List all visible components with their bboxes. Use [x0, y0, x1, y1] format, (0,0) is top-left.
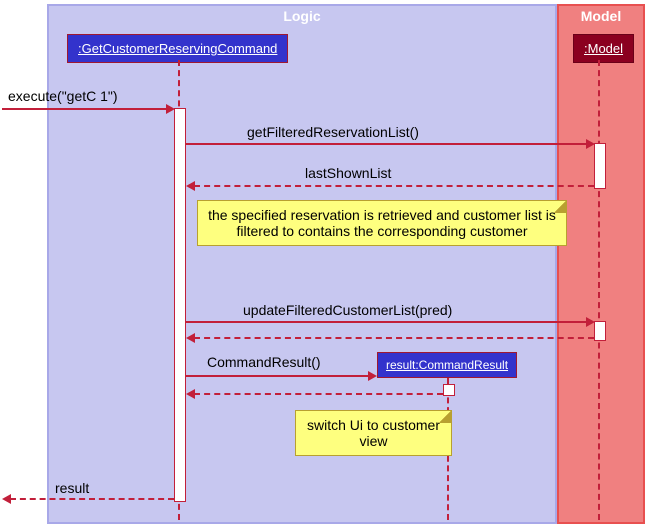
model-activation-2 [594, 321, 606, 341]
getlist-msg: getFilteredReservationList() [247, 124, 419, 140]
lastshown-line [194, 185, 594, 188]
model-activation-1 [594, 143, 606, 189]
cmdresult-return [194, 393, 443, 396]
cmdresult-msg: CommandResult() [207, 354, 321, 370]
updatelist-msg: updateFilteredCustomerList(pred) [243, 302, 452, 318]
command-participant: :GetCustomerReservingCommand [67, 34, 288, 63]
cmdresult-return-arrow [186, 389, 195, 399]
model-box: Model [557, 4, 645, 524]
execute-line [2, 108, 167, 111]
updatelist-line [186, 321, 586, 324]
logic-title: Logic [49, 6, 555, 26]
model-lifeline [598, 60, 601, 520]
updatelist-arrow [586, 317, 595, 327]
cmdresult-arrow [368, 371, 377, 381]
model-title: Model [559, 6, 643, 26]
model-participant: :Model [573, 34, 634, 63]
note2: switch Ui to customer view [295, 410, 452, 456]
lastshown-arrow [186, 181, 195, 191]
note1-text: the specified reservation is retrieved a… [208, 207, 556, 239]
result-arrow [2, 494, 11, 504]
updatelist-return-arrow [186, 333, 195, 343]
result-activation [443, 384, 455, 396]
note2-text: switch Ui to customer view [307, 417, 440, 449]
command-activation [174, 108, 186, 502]
lastshown-msg: lastShownList [305, 165, 391, 181]
result-msg: result [55, 480, 89, 496]
getlist-arrow [586, 139, 595, 149]
note1: the specified reservation is retrieved a… [197, 200, 567, 246]
result-participant: result:CommandResult [377, 352, 517, 378]
cmdresult-line [186, 375, 368, 378]
execute-arrow [166, 104, 175, 114]
updatelist-return [194, 337, 594, 340]
result-line [10, 498, 174, 501]
execute-msg: execute("getC 1") [8, 88, 118, 104]
getlist-line [186, 143, 586, 146]
